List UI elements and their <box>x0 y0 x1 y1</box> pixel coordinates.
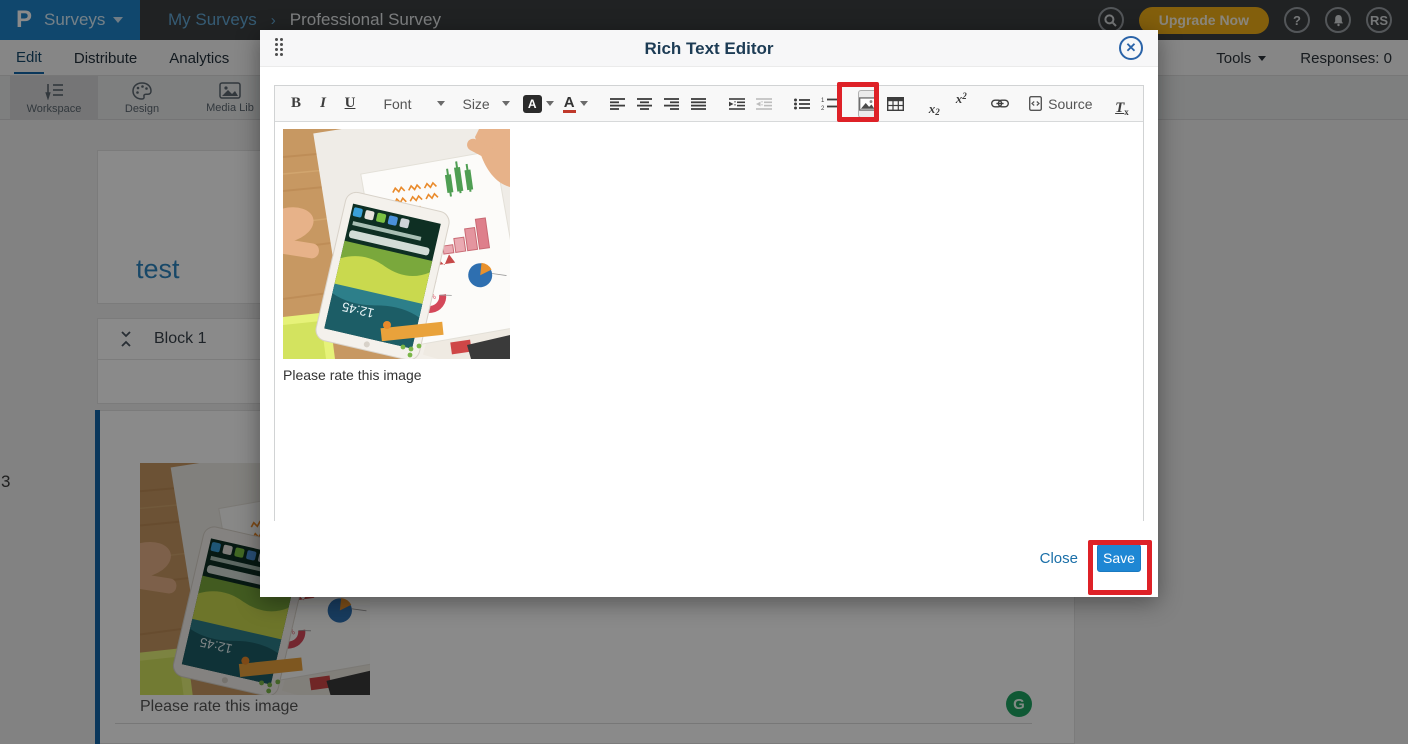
italic-button[interactable]: I <box>314 91 332 117</box>
annotation-box-save-button <box>1088 540 1152 595</box>
modal-title: Rich Text Editor <box>260 39 1158 59</box>
inserted-image[interactable]: 50% 12:45 <box>283 129 510 359</box>
size-dropdown[interactable]: Size <box>458 96 513 112</box>
link-chain-icon <box>991 99 1009 108</box>
source-page-icon <box>1029 96 1042 111</box>
justify-button[interactable] <box>689 91 707 117</box>
outdent-button[interactable] <box>755 91 773 117</box>
background-color-button[interactable]: A <box>523 95 554 113</box>
underline-button[interactable]: U <box>341 91 359 117</box>
indent-button[interactable] <box>728 91 746 117</box>
modal-header: Rich Text Editor ✕ <box>260 30 1158 67</box>
rich-text-editor: B I U Font Size A A <box>274 85 1144 521</box>
desk-photo-illustration: 50% 12:45 <box>283 129 510 359</box>
remove-format-button[interactable]: Tx <box>1113 91 1131 117</box>
editor-toolbar: B I U Font Size A A <box>275 86 1143 122</box>
modal-footer: Close Save <box>260 521 1158 597</box>
align-left-button[interactable] <box>608 91 626 117</box>
editor-caption-text[interactable]: Please rate this image <box>283 367 1135 383</box>
close-icon[interactable]: ✕ <box>1119 36 1143 60</box>
source-label: Source <box>1048 96 1092 112</box>
rich-text-editor-modal: Rich Text Editor ✕ B I U Font Size A A <box>260 30 1158 597</box>
svg-text:2: 2 <box>821 106 825 110</box>
align-center-button[interactable] <box>635 91 653 117</box>
bulleted-list-button[interactable] <box>793 91 811 117</box>
svg-text:1: 1 <box>821 98 825 104</box>
chevron-down-icon <box>580 101 588 106</box>
align-right-button[interactable] <box>662 91 680 117</box>
text-color-button[interactable]: A <box>563 95 588 113</box>
superscript-button[interactable]: x2 <box>952 91 970 117</box>
subscript-button[interactable]: x2 <box>925 91 943 117</box>
annotation-box-image-button <box>837 82 879 122</box>
numbered-list-button[interactable]: 12 <box>820 91 838 117</box>
chevron-down-icon <box>502 101 510 106</box>
editor-content-area[interactable]: 50% 12:45 Please rate this image <box>275 122 1143 521</box>
close-button[interactable]: Close <box>1040 550 1078 567</box>
insert-link-button[interactable] <box>991 91 1009 117</box>
chevron-down-icon <box>437 101 445 106</box>
bold-button[interactable]: B <box>287 91 305 117</box>
chevron-down-icon <box>546 101 554 106</box>
insert-table-button[interactable] <box>887 91 905 117</box>
source-button[interactable]: Source <box>1029 96 1092 112</box>
screen: P Surveys My Surveys › Professional Surv… <box>0 0 1408 744</box>
font-dropdown[interactable]: Font <box>379 96 449 112</box>
